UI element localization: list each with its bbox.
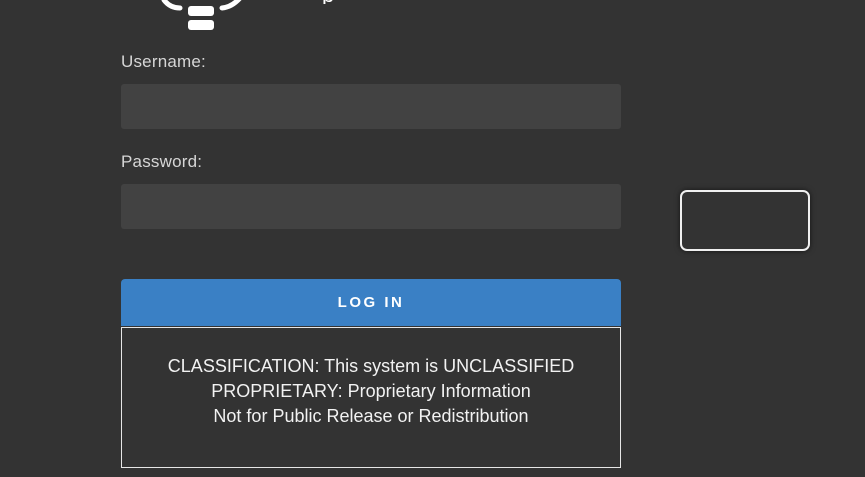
username-input[interactable]	[121, 84, 621, 129]
app-name-partial: p	[322, 0, 334, 4]
password-input[interactable]	[121, 184, 621, 229]
username-label: Username:	[121, 52, 206, 71]
empty-outlined-box	[680, 190, 810, 251]
classification-banner: CLASSIFICATION: This system is UNCLASSIF…	[121, 327, 621, 468]
login-button[interactable]: LOG IN	[121, 279, 621, 326]
classification-line-3: Not for Public Release or Redistribution	[213, 406, 529, 426]
classification-line-1: CLASSIFICATION: This system is UNCLASSIF…	[167, 356, 575, 376]
classification-line-2: PROPRIETARY: Proprietary Information	[211, 381, 531, 401]
password-label: Password:	[121, 152, 203, 171]
lightbulb-icon	[150, 0, 260, 34]
